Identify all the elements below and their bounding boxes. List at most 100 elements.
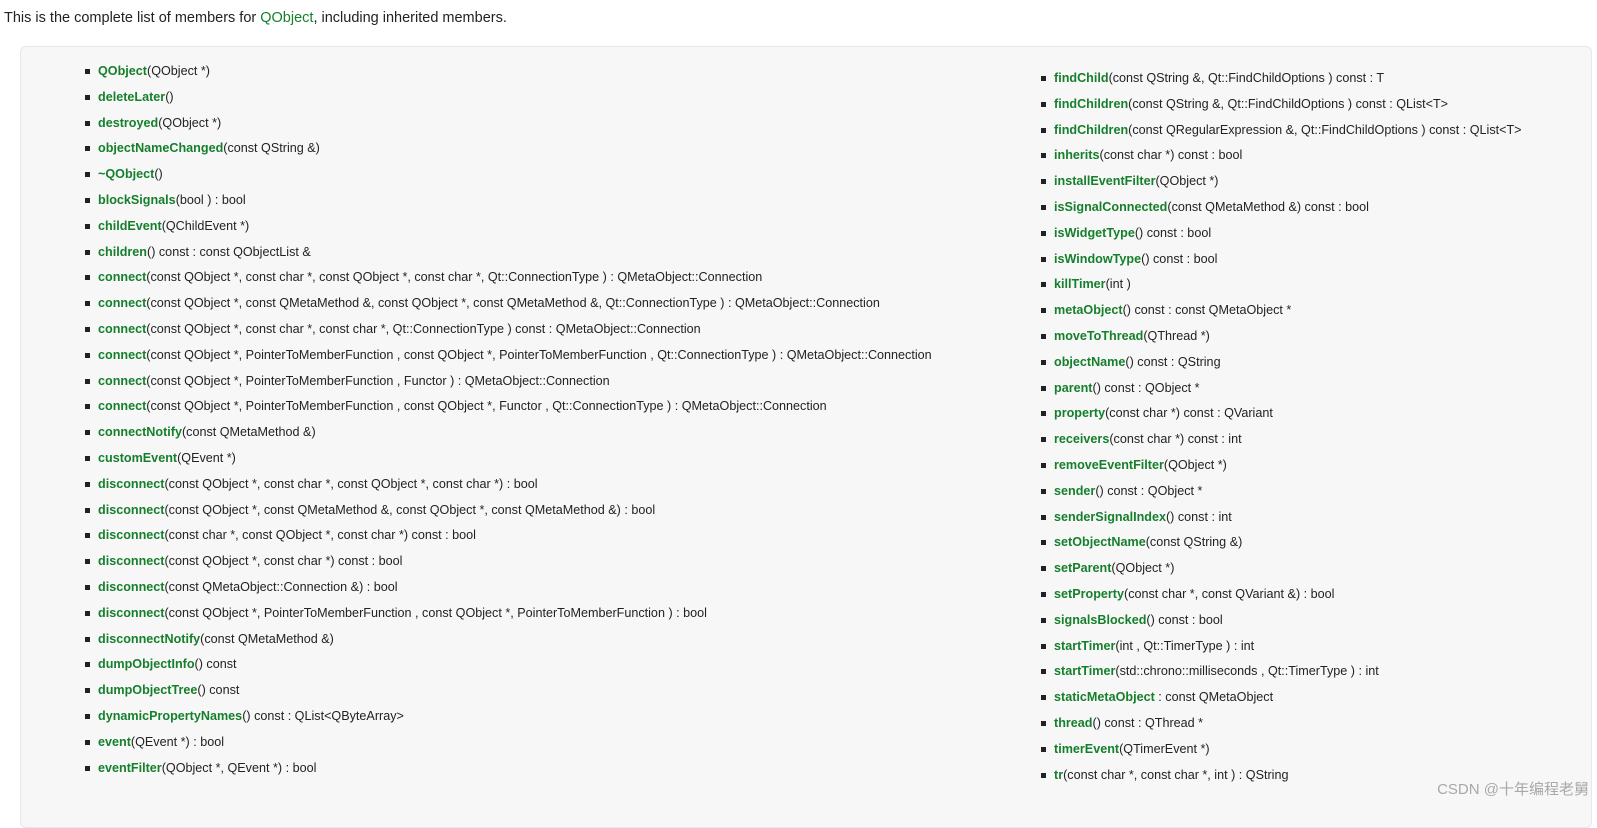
member-link[interactable]: disconnectNotify — [98, 632, 200, 646]
member-link[interactable]: customEvent — [98, 451, 177, 465]
member-link[interactable]: disconnect — [98, 477, 164, 491]
member-link[interactable]: startTimer — [1054, 639, 1115, 653]
member-item: removeEventFilter(QObject *) — [1041, 458, 1581, 473]
member-link[interactable]: receivers — [1054, 432, 1109, 446]
member-link[interactable]: setProperty — [1054, 587, 1124, 601]
member-link[interactable]: thread — [1054, 716, 1093, 730]
member-item: eventFilter(QObject *, QEvent *) : bool — [85, 761, 945, 776]
member-link[interactable]: findChildren — [1054, 123, 1128, 137]
intro-prefix: This is the complete list of members for — [4, 10, 261, 26]
member-link[interactable]: event — [98, 735, 131, 749]
member-link[interactable]: timerEvent — [1054, 742, 1119, 756]
member-item: isWindowType() const : bool — [1041, 252, 1581, 267]
member-signature: (QObject *) — [1111, 561, 1175, 576]
member-link[interactable]: setParent — [1054, 561, 1111, 575]
member-link[interactable]: startTimer — [1054, 664, 1115, 678]
member-link[interactable]: sender — [1054, 484, 1095, 498]
member-link[interactable]: connect — [98, 270, 146, 284]
member-link[interactable]: findChild — [1054, 71, 1109, 85]
member-item: destroyed(QObject *) — [85, 116, 945, 131]
member-signature: (int ) — [1105, 277, 1131, 292]
member-link[interactable]: metaObject — [1054, 303, 1123, 317]
member-link[interactable]: disconnect — [98, 503, 164, 517]
member-link[interactable]: disconnect — [98, 606, 164, 620]
member-item: dumpObjectTree() const — [85, 683, 945, 698]
member-signature: (const char *, const char *, int ) : QSt… — [1063, 767, 1289, 782]
member-signature: () const : QString — [1125, 354, 1221, 369]
member-item: setParent(QObject *) — [1041, 561, 1581, 576]
member-link[interactable]: dumpObjectInfo — [98, 657, 195, 671]
member-item: startTimer(int , Qt::TimerType ) : int — [1041, 639, 1581, 654]
member-link[interactable]: connectNotify — [98, 425, 182, 439]
member-signature: () const : const QObjectList & — [147, 244, 311, 259]
member-link[interactable]: connect — [98, 348, 146, 362]
member-item: setObjectName(const QString &) — [1041, 535, 1581, 550]
member-link[interactable]: dumpObjectTree — [98, 683, 197, 697]
member-link[interactable]: destroyed — [98, 116, 158, 130]
member-link[interactable]: disconnect — [98, 580, 164, 594]
member-item: installEventFilter(QObject *) — [1041, 174, 1581, 189]
member-item: connect(const QObject *, const QMetaMeth… — [85, 296, 945, 311]
member-signature: () const : QObject * — [1092, 380, 1200, 395]
member-item: dumpObjectInfo() const — [85, 657, 945, 672]
member-signature: (const QObject *, const char *, const QO… — [146, 270, 763, 285]
member-signature: () const : bool — [1141, 251, 1218, 266]
member-link[interactable]: eventFilter — [98, 761, 162, 775]
member-link[interactable]: childEvent — [98, 219, 162, 233]
member-link[interactable]: staticMetaObject — [1054, 690, 1155, 704]
member-item: disconnectNotify(const QMetaMethod &) — [85, 632, 945, 647]
member-link[interactable]: installEventFilter — [1054, 174, 1155, 188]
member-signature: () — [165, 89, 174, 104]
member-item: moveToThread(QThread *) — [1041, 329, 1581, 344]
member-link[interactable]: ~QObject — [98, 167, 154, 181]
member-link[interactable]: signalsBlocked — [1054, 613, 1146, 627]
member-link[interactable]: disconnect — [98, 528, 164, 542]
member-item: disconnect(const QObject *, const QMetaM… — [85, 503, 945, 518]
member-link[interactable]: tr — [1054, 768, 1063, 782]
member-item: disconnect(const QMetaObject::Connection… — [85, 580, 945, 595]
member-item: findChildren(const QString &, Qt::FindCh… — [1041, 97, 1581, 112]
member-signature: (const QMetaMethod &) — [200, 631, 334, 646]
member-item: disconnect(const QObject *, PointerToMem… — [85, 606, 945, 621]
member-link[interactable]: deleteLater — [98, 90, 165, 104]
member-signature: (const QObject *, PointerToMemberFunctio… — [146, 347, 932, 362]
member-link[interactable]: objectName — [1054, 355, 1125, 369]
member-link[interactable]: inherits — [1054, 148, 1100, 162]
member-item: QObject(QObject *) — [85, 64, 945, 79]
member-link[interactable]: isWidgetType — [1054, 226, 1135, 240]
member-link[interactable]: dynamicPropertyNames — [98, 709, 242, 723]
member-link[interactable]: connect — [98, 296, 146, 310]
member-link[interactable]: senderSignalIndex — [1054, 510, 1166, 524]
member-link[interactable]: children — [98, 245, 147, 259]
qobject-link[interactable]: QObject — [260, 10, 313, 26]
member-link[interactable]: blockSignals — [98, 193, 176, 207]
member-link[interactable]: killTimer — [1054, 277, 1106, 291]
member-item: connect(const QObject *, PointerToMember… — [85, 399, 945, 414]
member-signature: (int , Qt::TimerType ) : int — [1115, 638, 1255, 653]
member-link[interactable]: connect — [98, 322, 146, 336]
member-signature: (const QString &) — [223, 141, 320, 156]
member-signature: : const QMetaObject — [1154, 690, 1274, 705]
member-link[interactable]: isSignalConnected — [1054, 200, 1167, 214]
member-link[interactable]: QObject — [98, 64, 147, 78]
member-link[interactable]: removeEventFilter — [1054, 458, 1164, 472]
member-link[interactable]: parent — [1054, 381, 1093, 395]
member-link[interactable]: property — [1054, 406, 1105, 420]
member-item: connect(const QObject *, const char *, c… — [85, 270, 945, 285]
member-signature: (const QString &, Qt::FindChildOptions )… — [1128, 96, 1449, 111]
member-link[interactable]: moveToThread — [1054, 329, 1143, 343]
member-link[interactable]: connect — [98, 399, 146, 413]
member-link[interactable]: findChildren — [1054, 97, 1128, 111]
member-signature: () const : QThread * — [1092, 715, 1204, 730]
member-item: dynamicPropertyNames() const : QList<QBy… — [85, 709, 945, 724]
member-link[interactable]: disconnect — [98, 554, 164, 568]
member-link[interactable]: isWindowType — [1054, 252, 1141, 266]
member-item: objectName() const : QString — [1041, 355, 1581, 370]
member-item: disconnect(const QObject *, const char *… — [85, 477, 945, 492]
member-link[interactable]: connect — [98, 374, 146, 388]
member-link[interactable]: objectNameChanged — [98, 141, 223, 155]
member-item: objectNameChanged(const QString &) — [85, 141, 945, 156]
member-signature: (QObject *) — [1155, 174, 1219, 189]
member-link[interactable]: setObjectName — [1054, 535, 1146, 549]
member-signature: (const QMetaMethod &) — [181, 425, 316, 440]
